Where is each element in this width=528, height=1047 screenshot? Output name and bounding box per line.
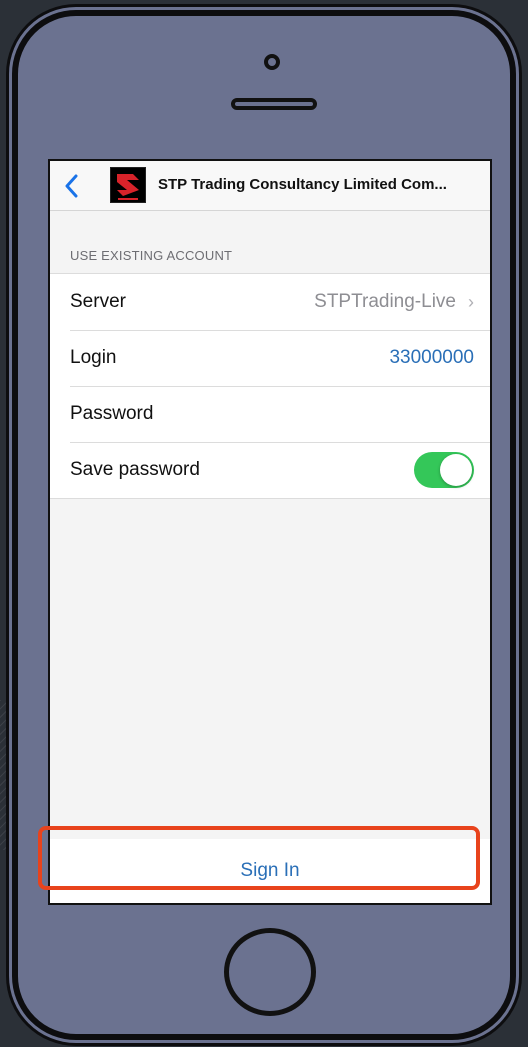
nav-title: STP Trading Consultancy Limited Com... — [158, 176, 447, 193]
save-password-row: Save password — [50, 442, 490, 498]
login-row[interactable]: Login 33000000 — [50, 330, 490, 386]
home-button[interactable] — [224, 928, 316, 1016]
chevron-right-icon: › — [468, 292, 474, 312]
login-label: Login — [70, 347, 117, 368]
password-row[interactable]: Password — [50, 386, 490, 442]
server-value: STPTrading-Live — [314, 291, 456, 312]
login-value[interactable]: 33000000 — [389, 347, 474, 369]
toggle-knob — [440, 454, 472, 486]
server-row[interactable]: Server STPTrading-Live › — [50, 274, 490, 330]
server-label: Server — [70, 291, 126, 312]
account-settings-list: Server STPTrading-Live › Login 33000000 … — [50, 273, 490, 499]
save-password-label: Save password — [70, 459, 200, 480]
password-label: Password — [70, 403, 154, 424]
app-screen: STP Trading Consultancy Limited Com... U… — [48, 159, 492, 905]
sign-in-button[interactable]: Sign In — [50, 839, 490, 903]
save-password-toggle[interactable] — [414, 452, 474, 488]
phone-frame: STP Trading Consultancy Limited Com... U… — [12, 10, 516, 1040]
section-header: USE EXISTING ACCOUNT — [70, 248, 233, 263]
back-button[interactable] — [58, 171, 84, 201]
chevron-left-icon — [65, 174, 78, 198]
earpiece-speaker — [231, 98, 317, 110]
navigation-bar: STP Trading Consultancy Limited Com... — [50, 161, 490, 211]
front-camera — [264, 54, 280, 70]
stp-logo-icon — [110, 167, 146, 203]
